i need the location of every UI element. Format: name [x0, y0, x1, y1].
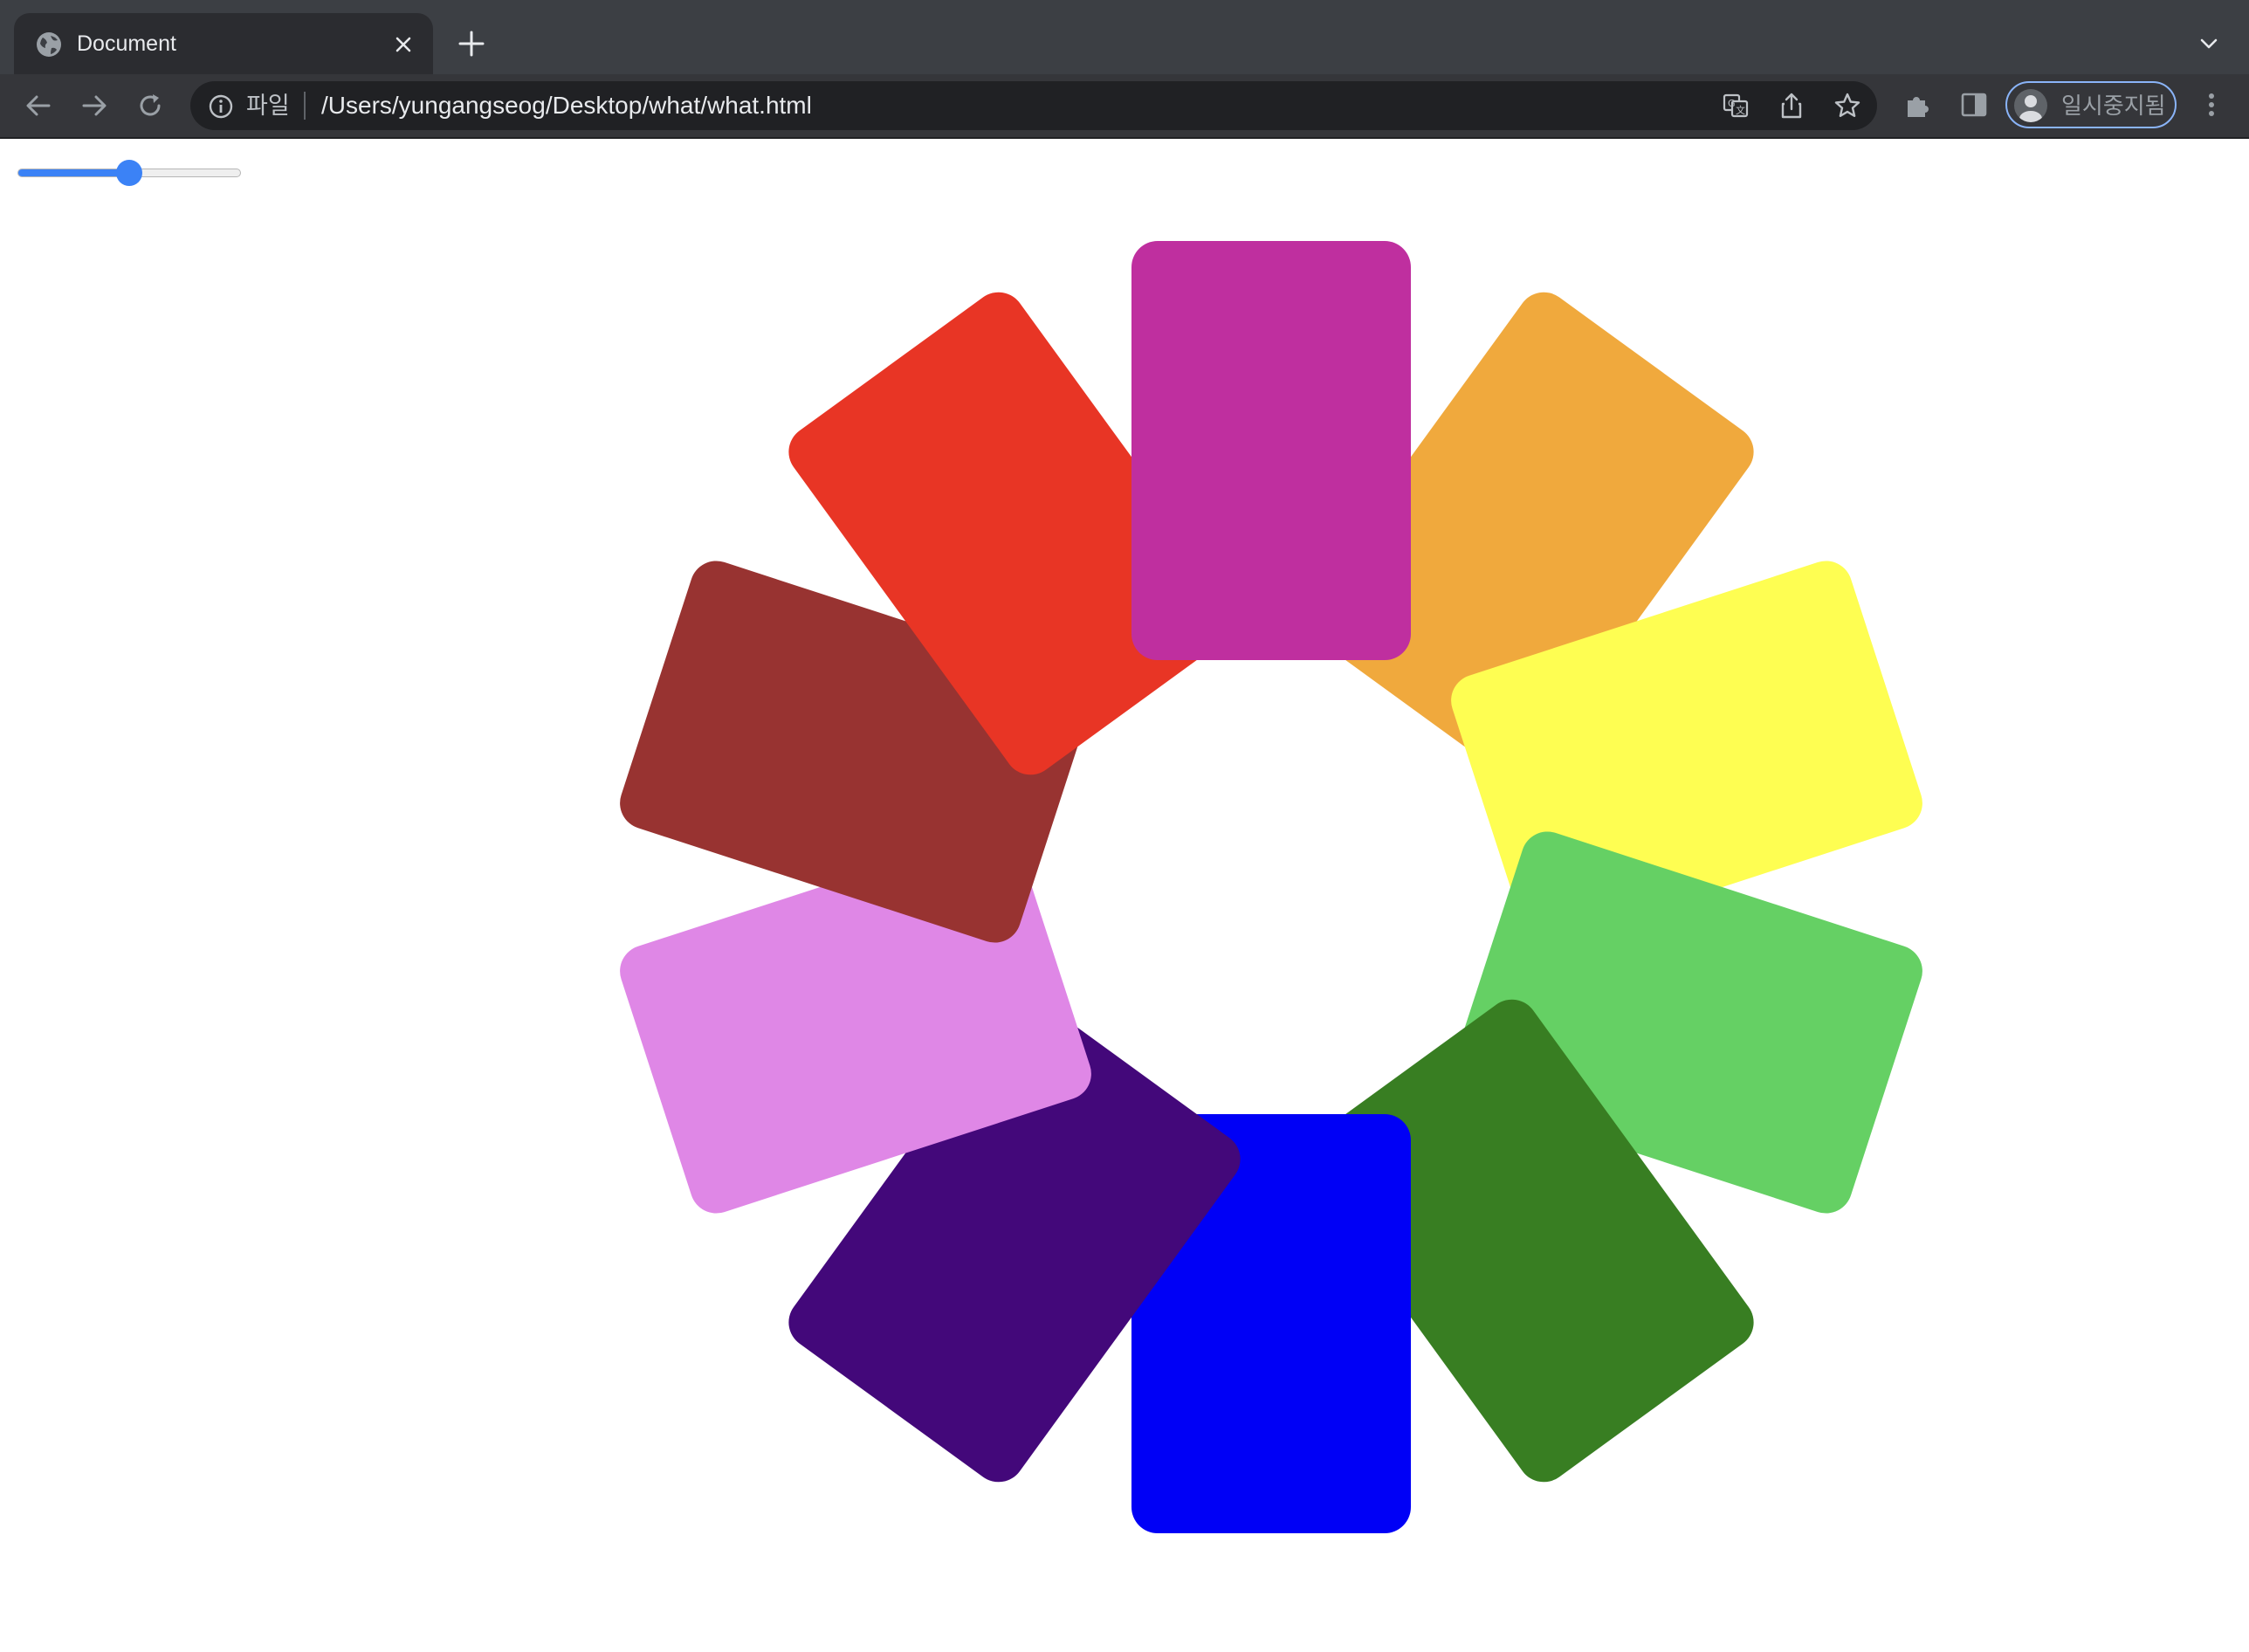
back-arrow-icon[interactable] — [23, 90, 54, 121]
star-icon[interactable] — [1833, 92, 1861, 120]
reload-icon[interactable] — [134, 90, 166, 121]
avatar-icon — [2014, 89, 2047, 122]
page-content — [0, 139, 2249, 1652]
svg-text:文: 文 — [1736, 104, 1745, 116]
chevron-down-icon[interactable] — [2197, 31, 2221, 56]
globe-icon — [37, 32, 61, 57]
tab-strip: Document — [0, 0, 2249, 74]
tab-title: Document — [77, 31, 176, 56]
share-icon[interactable] — [1778, 92, 1805, 120]
new-tab-icon[interactable] — [456, 28, 487, 59]
browser-tab[interactable]: Document — [14, 13, 433, 74]
browser-toolbar: 파일 /Users/yungangseog/Desktop/what/what.… — [0, 74, 2249, 139]
more-menu-icon[interactable] — [2197, 90, 2226, 120]
profile-status-label: 일시중지됨 — [2061, 93, 2166, 119]
forward-arrow-icon[interactable] — [79, 90, 110, 121]
svg-text:G: G — [1728, 98, 1736, 109]
info-icon[interactable] — [208, 93, 234, 120]
close-icon[interactable] — [391, 32, 416, 57]
url-text[interactable]: /Users/yungangseog/Desktop/what/what.htm… — [321, 90, 812, 121]
extensions-puzzle-icon[interactable] — [1903, 90, 1933, 120]
card-wheel — [0, 139, 2249, 1652]
profile-button[interactable]: 일시중지됨 — [2005, 81, 2177, 128]
color-card — [1131, 241, 1411, 660]
side-panel-icon[interactable] — [1959, 90, 1989, 120]
address-bar[interactable]: 파일 /Users/yungangseog/Desktop/what/what.… — [190, 81, 1877, 130]
scheme-label: 파일 — [246, 93, 290, 119]
translate-icon[interactable]: G 文 — [1722, 92, 1750, 120]
divider — [304, 92, 306, 120]
